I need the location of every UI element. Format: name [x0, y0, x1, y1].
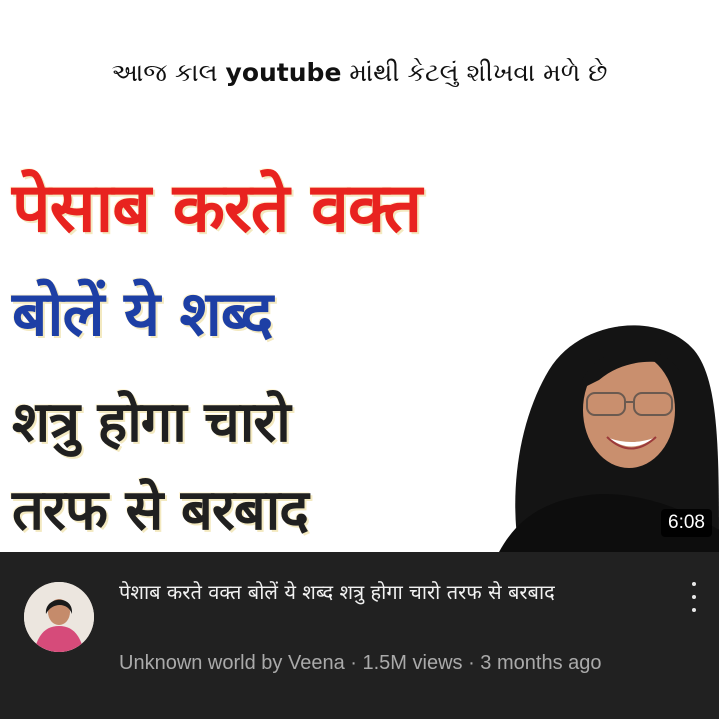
caption-youtube: youtube [225, 58, 342, 87]
upload-age: 3 months ago [480, 652, 602, 674]
more-vertical-icon[interactable] [687, 582, 701, 612]
video-metadata: Unknown world by Veena · 1.5M views · 3 … [119, 649, 659, 677]
video-info-bar: पेशाब करते वक्त बोलें ये शब्द शत्रु होगा… [0, 552, 719, 719]
avatar-image [24, 582, 94, 652]
thumbnail-line-2: बोलें ये शब्द [12, 277, 273, 350]
thumbnail-line-1: पेसाब करते वक्त [12, 169, 422, 248]
duration-badge: 6:08 [661, 509, 712, 537]
separator-2: · [462, 652, 481, 674]
dot [692, 608, 696, 612]
channel-name[interactable]: Unknown world by Veena [119, 652, 345, 674]
thumbnail-line-4: तरफ से बरबाद [12, 478, 309, 543]
caption-prefix: આજ કાલ [111, 58, 226, 87]
dot [692, 595, 696, 599]
view-count: 1.5M views [362, 652, 463, 674]
post-caption: આજ કાલ youtube માંથી કેટલું શીખવા મળે છે [0, 58, 719, 88]
thumbnail-line-3: शत्रु होगा चारो [12, 390, 291, 455]
caption-suffix: માંથી કેટલું શીખવા મળે છે [341, 58, 608, 87]
dot [692, 582, 696, 586]
video-title[interactable]: पेशाब करते वक्त बोलें ये शब्द शत्रु होगा… [119, 576, 659, 608]
channel-avatar[interactable] [24, 582, 94, 652]
video-thumbnail[interactable]: पेसाब करते वक्त बोलें ये शब्द शत्रु होगा… [0, 120, 719, 552]
separator-1: · [344, 652, 363, 674]
